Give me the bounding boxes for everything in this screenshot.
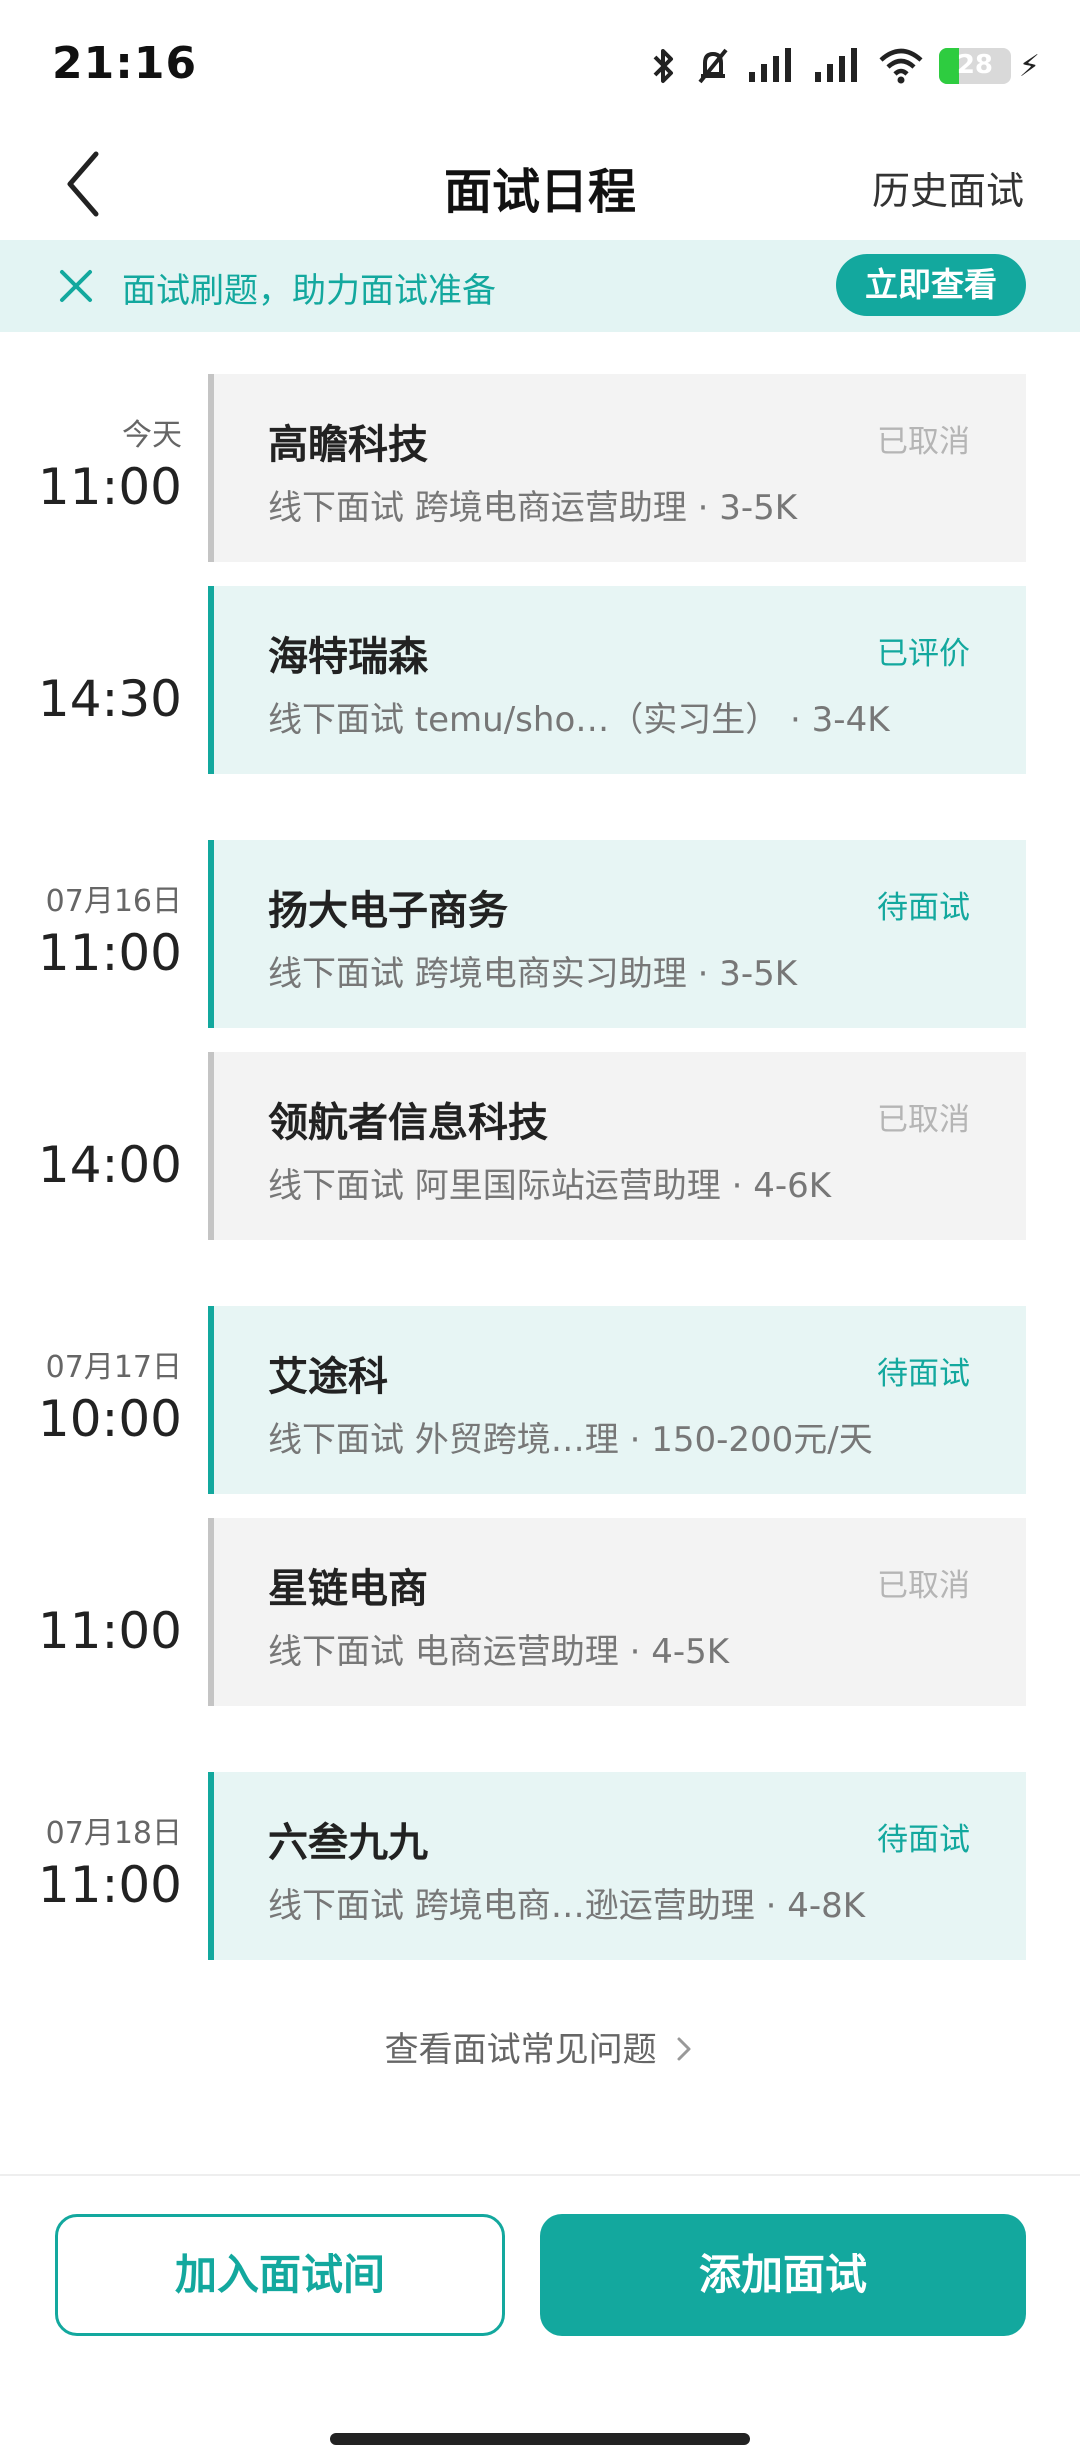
close-icon[interactable] bbox=[58, 264, 94, 308]
interview-detail: 线下面试 电商运营助理 · 4-5K bbox=[268, 1632, 730, 1672]
interview-detail: 线下面试 跨境电商实习助理 · 3-5K bbox=[268, 954, 798, 994]
interview-status: 已取消 bbox=[877, 424, 970, 460]
interview-item[interactable]: 07月17日 10:00 艾途科 待面试 线下面试 外贸跨境…理 · 150-2… bbox=[0, 1306, 1080, 1494]
interview-time: 11:00 bbox=[37, 924, 182, 982]
interview-card[interactable]: 扬大电子商务 待面试 线下面试 跨境电商实习助理 · 3-5K bbox=[208, 840, 1026, 1028]
interview-time: 11:00 bbox=[37, 1856, 182, 1914]
practice-banner: 面试刷题，助力面试准备 立即查看 bbox=[0, 240, 1080, 332]
interview-schedule-page: 21:16 28 ⚡ 面试日程 历史面试 面试刷题，助力面试准备 立即查看 今天… bbox=[0, 0, 1080, 2460]
interview-status: 待面试 bbox=[877, 1356, 970, 1392]
interview-time: 14:00 bbox=[37, 1136, 182, 1194]
interview-detail: 线下面试 外贸跨境…理 · 150-200元/天 bbox=[268, 1420, 873, 1460]
company-name: 海特瑞森 bbox=[268, 634, 428, 680]
interview-detail: 线下面试 跨境电商运营助理 · 3-5K bbox=[268, 488, 798, 528]
interview-date: 07月18日 bbox=[45, 1816, 182, 1851]
view-now-button[interactable]: 立即查看 bbox=[836, 254, 1026, 316]
battery-icon: 28 bbox=[938, 48, 1011, 84]
history-interviews-link[interactable]: 历史面试 bbox=[872, 160, 1024, 215]
company-name: 高瞻科技 bbox=[268, 422, 428, 468]
interview-item[interactable]: 07月18日 11:00 六叁九九 待面试 线下面试 跨境电商…逊运营助理 · … bbox=[0, 1772, 1080, 1960]
company-name: 扬大电子商务 bbox=[268, 888, 508, 934]
interview-date: 今天 bbox=[122, 418, 182, 453]
interview-item[interactable]: 11:00 星链电商 已取消 线下面试 电商运营助理 · 4-5K bbox=[0, 1518, 1080, 1706]
company-name: 领航者信息科技 bbox=[268, 1100, 548, 1146]
interview-detail: 线下面试 跨境电商…逊运营助理 · 4-8K bbox=[268, 1886, 866, 1926]
bottom-divider bbox=[0, 2174, 1080, 2176]
interview-item[interactable]: 14:30 海特瑞森 已评价 线下面试 temu/sho…（实习生） · 3-4… bbox=[0, 586, 1080, 774]
home-indicator[interactable] bbox=[330, 2433, 750, 2445]
interview-date: 07月16日 bbox=[45, 884, 182, 919]
interview-detail: 线下面试 temu/sho…（实习生） · 3-4K bbox=[268, 700, 890, 740]
company-name: 六叁九九 bbox=[268, 1820, 428, 1866]
interview-detail: 线下面试 阿里国际站运营助理 · 4-6K bbox=[268, 1166, 832, 1206]
interview-time: 14:30 bbox=[37, 670, 182, 728]
bluetooth-icon bbox=[653, 49, 673, 83]
interview-card[interactable]: 艾途科 待面试 线下面试 外贸跨境…理 · 150-200元/天 bbox=[208, 1306, 1026, 1494]
interview-item[interactable]: 07月16日 11:00 扬大电子商务 待面试 线下面试 跨境电商实习助理 · … bbox=[0, 840, 1080, 1028]
signal-icon bbox=[748, 48, 791, 82]
interview-card[interactable]: 星链电商 已取消 线下面试 电商运营助理 · 4-5K bbox=[208, 1518, 1026, 1706]
interview-date: 07月17日 bbox=[45, 1350, 182, 1385]
interview-time: 11:00 bbox=[37, 458, 182, 516]
faq-link[interactable]: 查看面试常见问题 bbox=[0, 2022, 1080, 2071]
interview-status: 已取消 bbox=[877, 1102, 970, 1138]
signal-icon bbox=[814, 48, 857, 82]
company-name: 艾途科 bbox=[268, 1354, 388, 1400]
interview-item[interactable]: 今天 11:00 高瞻科技 已取消 线下面试 跨境电商运营助理 · 3-5K bbox=[0, 374, 1080, 562]
status-time: 21:16 bbox=[52, 38, 198, 89]
chevron-right-icon bbox=[677, 2037, 691, 2061]
header: 面试日程 历史面试 bbox=[0, 130, 1080, 238]
interview-card[interactable]: 领航者信息科技 已取消 线下面试 阿里国际站运营助理 · 4-6K bbox=[208, 1052, 1026, 1240]
interview-card[interactable]: 高瞻科技 已取消 线下面试 跨境电商运营助理 · 3-5K bbox=[208, 374, 1026, 562]
interview-card[interactable]: 六叁九九 待面试 线下面试 跨境电商…逊运营助理 · 4-8K bbox=[208, 1772, 1026, 1960]
charging-icon: ⚡ bbox=[1018, 48, 1040, 84]
battery-level: 28 bbox=[956, 50, 994, 80]
interview-time: 10:00 bbox=[37, 1390, 182, 1448]
add-interview-button[interactable]: 添加面试 bbox=[540, 2214, 1026, 2336]
interview-item[interactable]: 14:00 领航者信息科技 已取消 线下面试 阿里国际站运营助理 · 4-6K bbox=[0, 1052, 1080, 1240]
status-bar: 21:16 28 ⚡ bbox=[0, 0, 1080, 130]
faq-link-label: 查看面试常见问题 bbox=[384, 2030, 657, 2070]
mute-icon bbox=[698, 48, 728, 84]
company-name: 星链电商 bbox=[268, 1566, 428, 1612]
interview-status: 待面试 bbox=[877, 890, 970, 926]
join-interview-room-button[interactable]: 加入面试间 bbox=[55, 2214, 505, 2336]
status-icons: 28 ⚡ bbox=[649, 44, 1040, 88]
interview-time: 11:00 bbox=[37, 1602, 182, 1660]
banner-text: 面试刷题，助力面试准备 bbox=[122, 271, 496, 311]
interview-status: 待面试 bbox=[877, 1822, 970, 1858]
interview-status: 已取消 bbox=[877, 1568, 970, 1604]
interview-card[interactable]: 海特瑞森 已评价 线下面试 temu/sho…（实习生） · 3-4K bbox=[208, 586, 1026, 774]
interview-status: 已评价 bbox=[877, 636, 970, 672]
wifi-icon bbox=[879, 48, 923, 84]
